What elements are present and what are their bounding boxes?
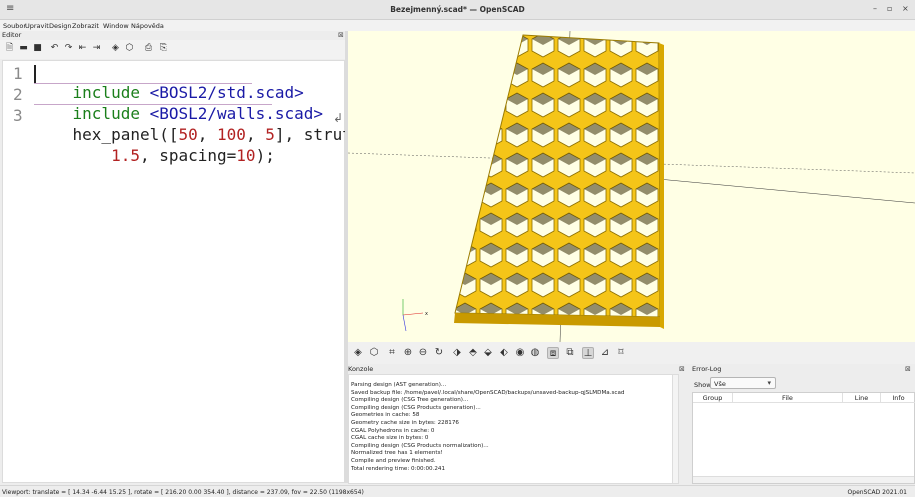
error-log-title: Error-Log — [692, 365, 722, 373]
line-underline — [34, 83, 252, 84]
line-number: 1 — [13, 64, 23, 83]
code-editor[interactable]: 1 2 3 include <BOSL2/std.scad> include <… — [2, 60, 362, 483]
menu-window[interactable]: Window — [103, 22, 129, 30]
3d-viewport[interactable]: x — [348, 31, 915, 342]
console-lines: Parsing design (AST generation)... Saved… — [351, 382, 624, 473]
menu-zobrazit[interactable]: Zobrazit — [72, 22, 99, 30]
title-bar: ≡ Bezejmenný.scad* — OpenSCAD – ▫ × — [0, 0, 915, 20]
view-left-icon[interactable]: ⬖ — [498, 347, 510, 359]
gizmo-x-axis — [402, 312, 424, 316]
menu-napoveda[interactable]: Nápověda — [131, 22, 164, 30]
line-underline — [34, 104, 272, 105]
orthogonal-icon[interactable]: ⧉ — [564, 347, 576, 359]
render-icon[interactable]: ⬡ — [368, 347, 380, 359]
render-icon[interactable]: ⬡ — [124, 43, 135, 54]
console-line: Parsing design (AST generation)... — [351, 382, 447, 388]
error-log-table[interactable]: Group File Line Info — [692, 392, 915, 484]
console-line: Compiling design (CSG Products generatio… — [351, 404, 481, 411]
close-button[interactable]: × — [902, 4, 909, 13]
window-title: Bezejmenný.scad* — OpenSCAD — [390, 5, 525, 14]
error-log-close-icon[interactable]: ⊠ — [905, 365, 911, 373]
new-file-icon[interactable]: 🗎 — [4, 43, 15, 54]
send-to-print-icon[interactable]: ⎘ — [158, 43, 169, 54]
editor-toolbar: 🗎 ▬ ■ ↶ ↷ ⇤ ⇥ ◈ ⬡ ⎙ ⎘ — [0, 40, 345, 59]
viewport-toolbar: ◈ ⬡ ⌗ ⊕ ⊖ ↻ ⬗ ⬘ ⬙ ⬖ ◉ ◍ ⧈ ⧉ ⊥ ⊿ ⌑ — [348, 342, 915, 364]
line-number: 2 — [13, 85, 23, 104]
preview-icon[interactable]: ◈ — [110, 43, 121, 54]
chevron-down-icon: ▾ — [767, 379, 771, 387]
unindent-icon[interactable]: ⇤ — [77, 43, 88, 54]
view-bottom-icon[interactable]: ⬙ — [482, 347, 494, 359]
hex-panel-render: x — [348, 31, 915, 342]
show-filter-select[interactable]: Vše ▾ — [710, 377, 776, 389]
console-close-icon[interactable]: ⊠ — [679, 365, 685, 373]
panel-top-face — [454, 34, 661, 318]
console-title: Konzole — [348, 365, 374, 373]
version-label: OpenSCAD 2021.01 — [847, 489, 907, 496]
column-header-group[interactable]: Group — [693, 393, 733, 403]
console-line: Saved backup file: /home/pavel/.local/sh… — [351, 389, 625, 396]
minimize-button[interactable]: – — [873, 4, 877, 13]
line-number-gutter: 1 2 3 — [3, 61, 33, 482]
console-line: CGAL cache size in bytes: 0 — [351, 435, 429, 442]
console-line: Compiling design (CSG Products normaliza… — [351, 442, 489, 449]
menu-soubor[interactable]: Soubor — [3, 22, 26, 30]
column-header-info[interactable]: Info — [881, 393, 915, 403]
show-scale-icon[interactable]: ⊿ — [599, 347, 611, 359]
view-front-icon[interactable]: ◉ — [514, 347, 526, 359]
show-label: Show — [694, 381, 712, 389]
save-file-icon[interactable]: ■ — [32, 43, 43, 54]
export-stl-icon[interactable]: ⎙ — [143, 43, 154, 54]
console-line: Total rendering time: 0:00:00.241 — [351, 465, 446, 472]
editor-dock-close-icon[interactable]: ⊠ — [338, 31, 344, 39]
wrap-indicator-icon: ↲ — [333, 111, 344, 125]
console-line: Geometry cache size in bytes: 228176 — [351, 419, 459, 426]
status-bar: Viewport: translate = [ 14.34 -6.44 15.2… — [0, 485, 915, 497]
open-file-icon[interactable]: ▬ — [18, 43, 29, 54]
show-filter-value: Vše — [714, 380, 726, 388]
column-header-line[interactable]: Line — [843, 393, 881, 403]
console-line: Compiling design (CSG Tree generation)..… — [351, 397, 469, 404]
column-header-file[interactable]: File — [733, 393, 843, 403]
console-line: Compile and preview finished. — [351, 457, 436, 464]
gizmo-x-label: x — [425, 311, 428, 317]
view-all-icon[interactable]: ⌗ — [386, 347, 398, 359]
menu-upravit[interactable]: Upravit — [25, 22, 49, 30]
show-axes-icon[interactable]: ⊥ — [582, 347, 594, 359]
editor-dock-title: Editor — [2, 31, 22, 39]
viewport-status: Viewport: translate = [ 14.34 -6.44 15.2… — [2, 489, 364, 496]
error-log-hscrollbar[interactable] — [693, 476, 914, 483]
zoom-out-icon[interactable]: ⊖ — [417, 347, 429, 359]
show-edges-icon[interactable]: ⌑ — [615, 347, 627, 359]
menu-design[interactable]: Design — [49, 22, 71, 30]
code-line-wrapped: 1.5, spacing=10); — [111, 146, 275, 165]
menu-bar: Soubor Upravit Design Zobrazit Window Ná… — [0, 20, 915, 31]
console-line: Normalized tree has 1 elements! — [351, 450, 443, 457]
maximize-button[interactable]: ▫ — [887, 4, 892, 13]
redo-icon[interactable]: ↷ — [63, 43, 74, 54]
gizmo-z-axis — [402, 314, 407, 332]
console-line: CGAL Polyhedrons in cache: 0 — [351, 427, 435, 434]
console-scrollbar[interactable] — [672, 375, 678, 483]
view-back-icon[interactable]: ◍ — [529, 347, 541, 359]
preview-icon[interactable]: ◈ — [352, 347, 364, 359]
indent-icon[interactable]: ⇥ — [91, 43, 102, 54]
line-number: 3 — [13, 106, 23, 125]
view-right-icon[interactable]: ⬗ — [451, 347, 463, 359]
view-top-icon[interactable]: ⬘ — [467, 347, 479, 359]
console-output[interactable]: Parsing design (AST generation)... Saved… — [348, 374, 679, 484]
perspective-icon[interactable]: ⧈ — [547, 347, 559, 359]
reset-view-icon[interactable]: ↻ — [433, 347, 445, 359]
undo-icon[interactable]: ↶ — [49, 43, 60, 54]
console-line: Geometries in cache: 58 — [351, 412, 420, 419]
zoom-in-icon[interactable]: ⊕ — [402, 347, 414, 359]
